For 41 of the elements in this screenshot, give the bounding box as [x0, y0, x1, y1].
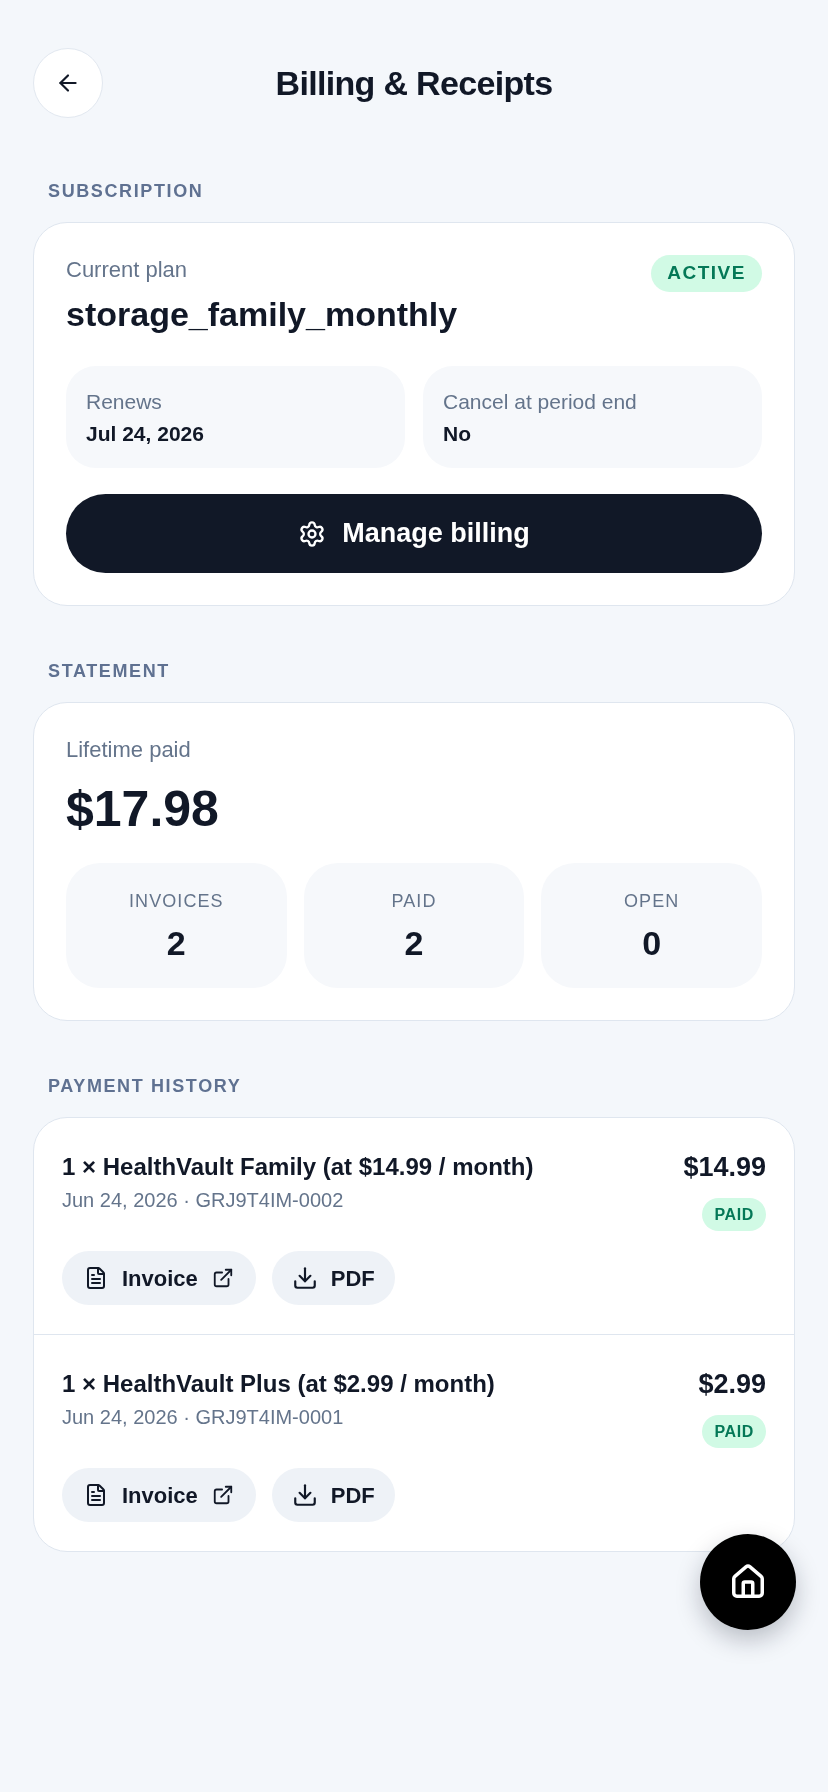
- payment-meta: Jun 24, 2026 · GRJ9T4IM-0002: [62, 1188, 345, 1212]
- detail-label: Cancel at period end: [443, 389, 638, 413]
- external-link-icon: [211, 1484, 234, 1506]
- stat-label: PAID: [391, 890, 437, 911]
- home-icon: [729, 1563, 767, 1601]
- page-title: Billing & Receipts: [274, 63, 554, 103]
- detail-value: Jul 24, 2026: [86, 421, 205, 445]
- settings-icon: [298, 519, 327, 548]
- status-badge: PAID: [702, 1198, 766, 1231]
- plan-name: storage_family_monthly: [66, 294, 458, 334]
- manage-billing-button[interactable]: Manage billing: [66, 494, 762, 573]
- invoice-button[interactable]: Invoice: [62, 1251, 256, 1305]
- payment-meta: Jun 24, 2026 · GRJ9T4IM-0001: [62, 1405, 345, 1429]
- pdf-download-button[interactable]: PDF: [271, 1468, 395, 1522]
- document-icon: [84, 1483, 108, 1507]
- section-label: PAYMENT HISTORY: [48, 1076, 243, 1096]
- total-label: Lifetime paid: [66, 738, 192, 762]
- external-link-icon: [211, 1267, 234, 1289]
- section-label: STATEMENT: [48, 661, 171, 681]
- stat-label: INVOICES: [129, 890, 224, 911]
- stat-value: 2: [404, 924, 424, 961]
- payment-amount: $14.99: [683, 1152, 766, 1182]
- total-amount: $17.98: [66, 781, 220, 837]
- plan-label: Current plan: [66, 258, 189, 282]
- section-label: SUBSCRIPTION: [48, 181, 205, 201]
- download-icon: [291, 1482, 318, 1508]
- payment-description: 1 × HealthVault Plus (at $2.99 / month): [62, 1369, 495, 1399]
- status-badge: PAID: [702, 1415, 766, 1448]
- status-badge: ACTIVE: [651, 255, 762, 292]
- stat-value: 2: [166, 924, 186, 961]
- payment-amount: $2.99: [698, 1369, 766, 1399]
- pdf-download-button[interactable]: PDF: [271, 1251, 395, 1305]
- stat-value: 0: [642, 924, 662, 961]
- payment-description: 1 × HealthVault Family (at $14.99 / month): [62, 1152, 534, 1182]
- document-icon: [84, 1266, 108, 1290]
- download-icon: [291, 1265, 318, 1291]
- invoice-button[interactable]: Invoice: [62, 1468, 256, 1522]
- detail-value: No: [443, 421, 472, 445]
- stat-label: OPEN: [624, 890, 680, 911]
- home-button[interactable]: [700, 1534, 796, 1630]
- detail-label: Renews: [86, 389, 163, 413]
